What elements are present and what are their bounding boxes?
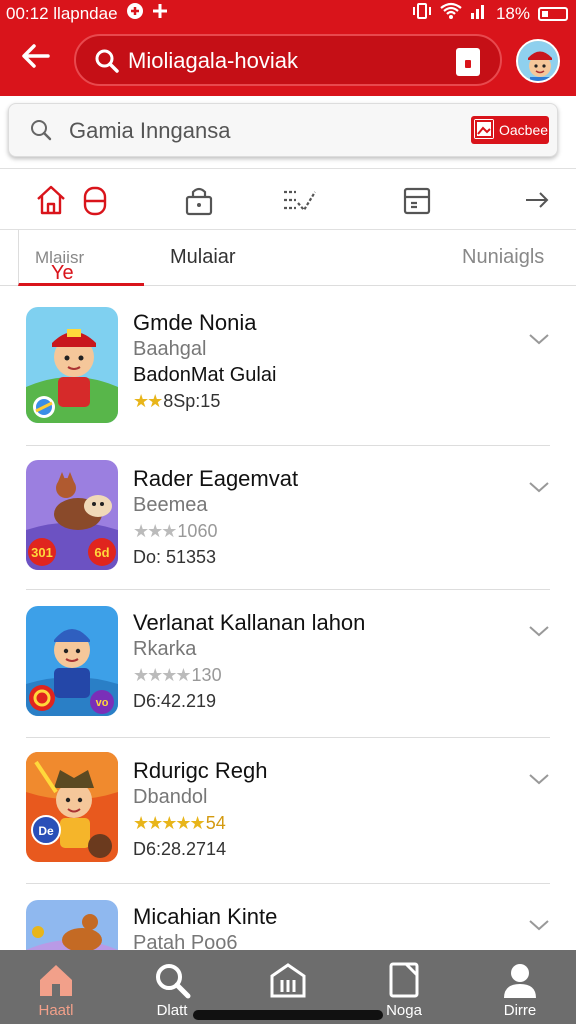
avatar[interactable] xyxy=(516,39,560,83)
header-search-bar[interactable]: Mioliagala-hoviak xyxy=(74,34,502,86)
battery-percent: 18% xyxy=(495,3,530,23)
search-icon xyxy=(156,964,191,999)
game-rating: ★★★ 1060 xyxy=(133,521,218,541)
image-icon xyxy=(474,119,494,139)
notification-icon xyxy=(126,2,144,25)
nav-home-label: Haatl xyxy=(38,1002,74,1019)
search-action-label: Oacbee xyxy=(499,122,549,138)
status-bar: 00:12 llapndae 18% xyxy=(0,0,576,26)
search-placeholder: Gamia Inngansa xyxy=(69,118,231,143)
game-title: Rader Eagemvat xyxy=(133,466,299,491)
chevron-down-icon[interactable] xyxy=(528,772,550,786)
home-icon[interactable] xyxy=(34,183,68,217)
signal-icon xyxy=(470,3,488,24)
category-icon-bar xyxy=(0,168,576,230)
nav-profile[interactable]: Dirre xyxy=(480,950,560,1024)
list-item[interactable]: Gmde Nonia Baahgal BadonMat Gulai ★★ 8Sp:… xyxy=(26,290,550,446)
search-icon xyxy=(94,48,120,74)
star-icon: ★★★ xyxy=(133,521,177,541)
game-title: Micahian Kinte xyxy=(133,904,278,929)
game-thumbnail: vo xyxy=(26,606,118,716)
tab-nuniaigls[interactable]: Nuniaigls xyxy=(462,246,544,269)
gamepad-icon[interactable] xyxy=(78,183,112,217)
game-subtitle: Beemea xyxy=(133,494,208,516)
filter-icon[interactable] xyxy=(282,183,316,217)
game-detail: BadonMat Gulai xyxy=(133,364,277,386)
tab-bar: Ye Mlaiisr Mulaiar Nuniaigls xyxy=(0,230,576,286)
game-subtitle: Rkarka xyxy=(133,638,197,660)
game-subtitle: Baahgal xyxy=(133,338,207,360)
back-arrow-icon[interactable] xyxy=(20,40,54,74)
badge-left: 301 xyxy=(31,545,53,560)
star-icon: ★★ xyxy=(133,391,163,411)
star-icon: ★★★★★ xyxy=(133,813,206,833)
star-icon: ★★★★ xyxy=(133,665,192,685)
game-subtitle: Dbandol xyxy=(133,786,208,808)
building-icon xyxy=(270,963,306,998)
list-item[interactable]: 301 6d Rader Eagemvat Beemea ★★★ 1060 Do:… xyxy=(26,446,550,590)
game-rating: ★★★★★ 54 xyxy=(133,813,226,833)
search-icon xyxy=(29,118,53,142)
chevron-down-icon[interactable] xyxy=(528,332,550,346)
chevron-down-icon[interactable] xyxy=(528,918,550,932)
clipboard-icon[interactable] xyxy=(456,48,480,76)
tab-mulaiar[interactable]: Mulaiar xyxy=(170,246,236,269)
lock-icon[interactable] xyxy=(182,183,216,217)
game-rating: ★★ 8Sp:15 xyxy=(133,391,221,411)
game-thumbnail xyxy=(26,900,118,950)
badge-right: vo xyxy=(96,697,109,709)
search-action-button[interactable]: Oacbee xyxy=(471,116,549,144)
game-code: D6:28.2714 xyxy=(133,839,227,859)
badge-right: 6d xyxy=(94,545,109,560)
chevron-down-icon[interactable] xyxy=(528,624,550,638)
wifi-icon xyxy=(440,2,462,25)
badge-left: De xyxy=(38,824,54,838)
game-search-field[interactable]: Gamia Inngansa Oacbee xyxy=(8,103,558,157)
header-search-text: Mioliagala-hoviak xyxy=(128,48,298,73)
nav-profile-label: Dirre xyxy=(503,1002,537,1019)
list-item[interactable]: De Rdurigc Regh Dbandol ★★★★★ 54 D6:28.27… xyxy=(26,738,550,884)
plus-icon xyxy=(152,3,168,24)
nav-home[interactable]: Haatl xyxy=(16,950,96,1024)
status-time: 00:12 llapndae xyxy=(6,3,118,23)
page-icon xyxy=(389,962,419,998)
tab-ye-label: Ye xyxy=(51,262,74,284)
app-header: 00:12 llapndae 18% Mioliagala-hoviak xyxy=(0,0,576,96)
game-subtitle: Patah Poo6 xyxy=(133,932,238,950)
game-thumbnail xyxy=(26,307,118,423)
user-icon xyxy=(504,964,536,998)
chevron-down-icon[interactable] xyxy=(528,480,550,494)
game-title: Rdurigc Regh xyxy=(133,758,268,783)
game-code: Do: 51353 xyxy=(133,547,217,567)
list-item[interactable]: Micahian Kinte Patah Poo6 xyxy=(26,884,550,950)
game-code: D6:42.219 xyxy=(133,691,217,711)
list-item[interactable]: vo Verlanat Kallanan lahon Rkarka ★★★★ 13… xyxy=(26,590,550,738)
home-icon xyxy=(40,965,72,996)
game-title: Verlanat Kallanan lahon xyxy=(133,610,366,635)
vibrate-icon xyxy=(412,2,432,25)
tab-ye[interactable]: Ye Mlaiisr xyxy=(18,230,144,286)
game-thumbnail: De xyxy=(26,752,118,862)
archive-icon[interactable] xyxy=(400,183,434,217)
home-indicator[interactable] xyxy=(193,1010,383,1020)
game-list: Gmde Nonia Baahgal BadonMat Gulai ★★ 8Sp:… xyxy=(0,290,576,950)
game-thumbnail: 301 6d xyxy=(26,460,118,570)
battery-icon xyxy=(538,6,568,21)
game-title: Gmde Nonia xyxy=(133,310,257,335)
game-rating: ★★★★ 130 xyxy=(133,665,222,685)
arrow-right-icon[interactable] xyxy=(522,183,556,217)
